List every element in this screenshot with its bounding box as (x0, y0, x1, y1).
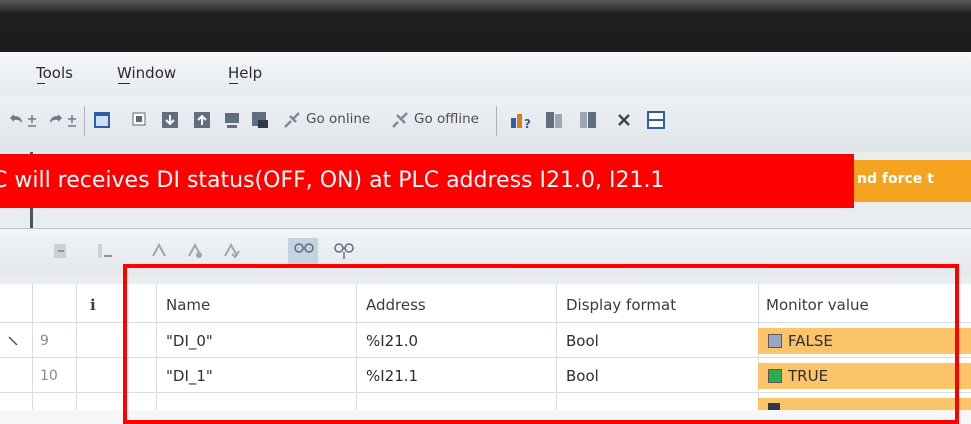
split-editor-icon[interactable] (578, 110, 598, 130)
menu-tools-mnemonic (37, 83, 45, 84)
highlight-box (123, 264, 959, 424)
force-table-banner-text: nd force t (857, 171, 934, 187)
modify-now-icon[interactable] (150, 242, 168, 260)
row-number: 10 (40, 368, 58, 384)
caption-text-wrapper: C will receives DI status(OFF, ON) at PL… (0, 154, 854, 208)
menu-help[interactable]: Help (228, 64, 262, 82)
upload-from-device-icon[interactable] (192, 110, 212, 130)
undo-icon[interactable] (6, 110, 26, 130)
title-bar (0, 0, 971, 52)
go-online-button[interactable]: Go online (306, 111, 370, 127)
add-row-icon[interactable] (96, 242, 114, 260)
go-offline-icon[interactable] (390, 110, 410, 130)
go-offline-button[interactable]: Go offline (414, 111, 479, 127)
monitor-once-icon[interactable] (332, 242, 356, 260)
toolbar-separator (84, 106, 85, 136)
runtime-icon[interactable] (250, 110, 270, 130)
compile-icon[interactable] (130, 110, 150, 130)
info-column-header: i (90, 296, 96, 314)
menu-window-mnemonic (118, 83, 130, 84)
svg-text:?: ? (524, 117, 531, 130)
modify-with-trigger-icon[interactable] (186, 242, 204, 260)
menu-help-mnemonic (229, 83, 238, 84)
enable-peripheral-outputs-icon[interactable] (222, 242, 240, 260)
row-number: 9 (40, 333, 49, 349)
caption-text: C will receives DI status(OFF, ON) at PL… (0, 168, 665, 193)
menu-tools[interactable]: Tools (36, 64, 73, 82)
menu-window[interactable]: Window (117, 64, 176, 82)
accessible-devices-icon[interactable]: ? (508, 110, 534, 130)
go-online-icon[interactable] (282, 110, 302, 130)
cross-reference-icon[interactable] (544, 110, 564, 130)
monitor-window-icon[interactable] (92, 110, 112, 130)
insert-row-icon[interactable] (52, 242, 70, 260)
monitor-all-icon[interactable] (292, 242, 316, 260)
undo-dropdown-icon[interactable] (26, 110, 38, 130)
close-icon[interactable] (614, 110, 634, 130)
row-pointer-icon (8, 336, 18, 346)
download-to-device-icon[interactable] (160, 110, 180, 130)
redo-dropdown-icon[interactable] (66, 110, 78, 130)
start-simulation-icon[interactable] (222, 110, 242, 130)
split-horizontal-icon[interactable] (646, 110, 666, 130)
redo-icon[interactable] (46, 110, 66, 130)
toolbar-separator (496, 106, 497, 136)
caption-banner: C will receives DI status(OFF, ON) at PL… (0, 154, 854, 208)
